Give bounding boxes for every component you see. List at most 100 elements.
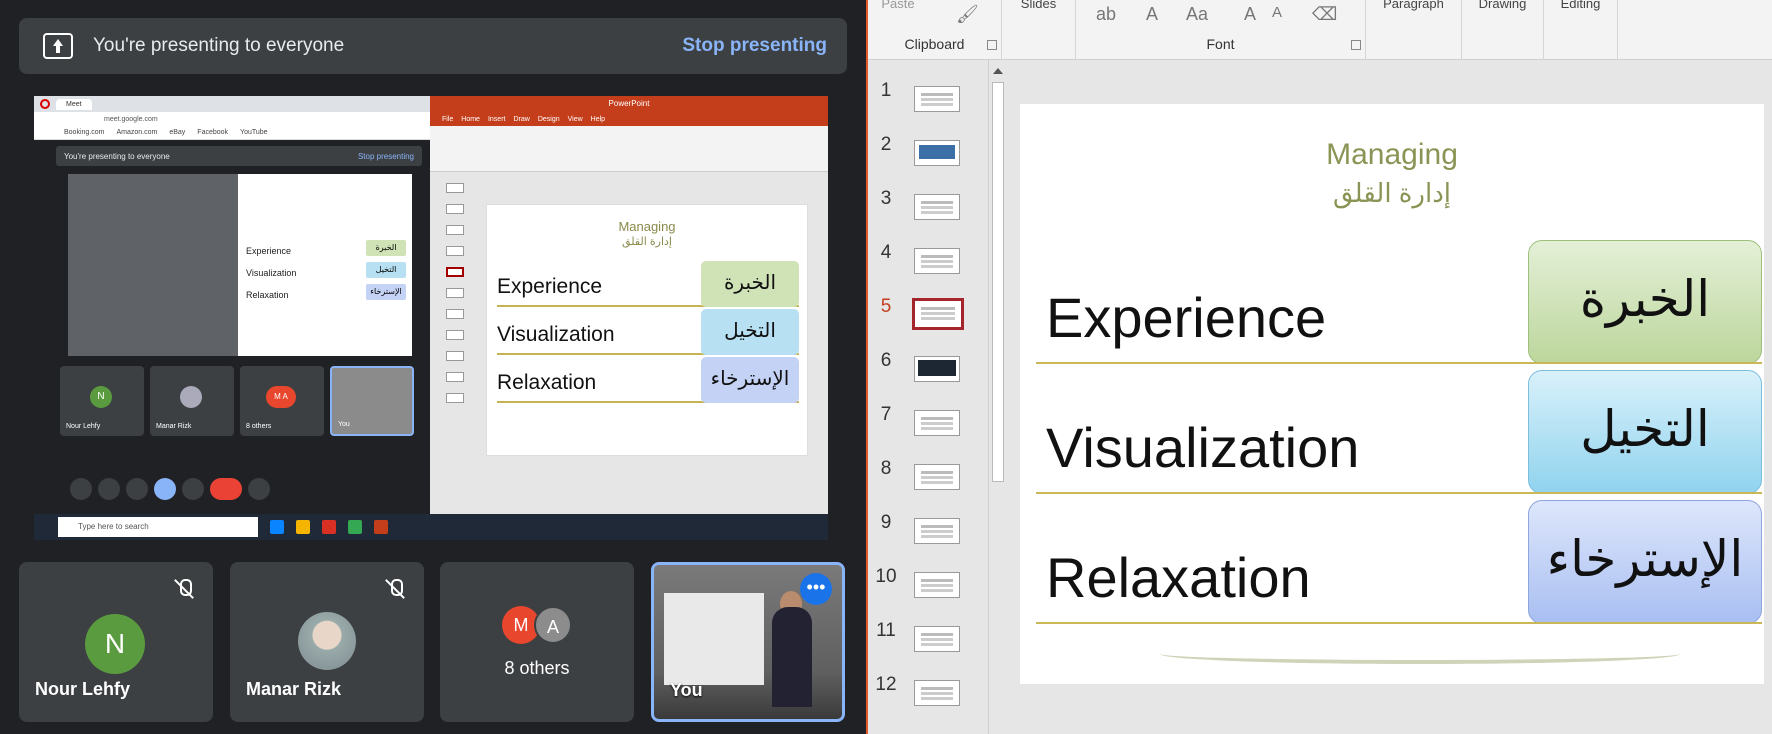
font-color-icon[interactable]: A [1146, 4, 1158, 25]
projector-screen [664, 593, 764, 685]
slide-thumb-12[interactable] [914, 680, 960, 706]
row-divider [1036, 622, 1762, 624]
preview-slide-row: Relaxation الإسترخاء [497, 357, 799, 403]
slide-row-visualization[interactable]: Visualization التخيل [1036, 370, 1762, 494]
clipboard-label: Clipboard [904, 36, 965, 52]
slide-scrollbar[interactable] [1764, 60, 1772, 734]
preview-participant-tiles: N Nour Lehfy Manar Rizk M A 8 others You [60, 366, 414, 436]
shared-screen-preview: Meet meet.google.com Booking.com Amazon.… [34, 96, 828, 540]
slide-row-relaxation[interactable]: Relaxation الإسترخاء [1036, 500, 1762, 624]
thumb-number: 12 [875, 674, 897, 695]
slide-canvas[interactable]: Managing إدارة القلق Experience الخبرة V… [1020, 104, 1764, 684]
editing-button[interactable]: Editing [1544, 0, 1617, 11]
preview-ppt-titlebar: PowerPoint [430, 96, 828, 112]
preview-row-arabic: الإسترخاء [701, 357, 799, 403]
row-arabic-box[interactable]: التخيل [1528, 370, 1762, 494]
others-count: 8 others [504, 658, 570, 678]
preview-tile-name: You [338, 421, 350, 428]
slide-subtitle[interactable]: إدارة القلق [1020, 178, 1764, 209]
font-launcher-icon[interactable] [1351, 40, 1361, 50]
clipboard-launcher-icon[interactable] [987, 40, 997, 50]
preview-captions-icon [126, 478, 148, 500]
preview-url-bar: meet.google.com [34, 112, 430, 126]
scroll-up-icon[interactable] [993, 68, 1003, 74]
format-painter-icon[interactable]: 🖌 [956, 4, 979, 25]
preview-taskbar: Type here to search [34, 514, 828, 540]
preview-row-english: Visualization [497, 323, 615, 346]
change-case-icon[interactable]: Aa [1186, 4, 1208, 25]
font-label: Font [1206, 36, 1235, 52]
row-english-text: Visualization [1046, 416, 1360, 479]
participant-tile-manar[interactable]: Manar Rizk [230, 562, 424, 722]
opera-icon [40, 99, 50, 109]
thumb-number: 3 [880, 188, 892, 209]
clear-formatting-icon[interactable]: ⌫ [1312, 4, 1337, 25]
nested-row-arabic: التخيل [366, 262, 406, 278]
row-arabic-box[interactable]: الخبرة [1528, 240, 1762, 364]
scroll-thumb[interactable] [992, 82, 1004, 482]
slide-thumb-5[interactable] [912, 298, 964, 330]
row-divider [1036, 492, 1762, 494]
participant-tile-you[interactable]: ••• You [651, 562, 845, 722]
row-divider [1036, 362, 1762, 364]
avatar [298, 612, 356, 670]
preview-info-icon [248, 478, 270, 500]
preview-controls [70, 478, 270, 500]
slide-thumbnails: 1 2 3 4 5 6 7 8 9 10 11 12 [868, 60, 988, 734]
row-english-text: Experience [1046, 286, 1327, 349]
decorative-swoosh [1160, 644, 1680, 664]
preview-present-icon [154, 478, 176, 500]
bookmark: eBay [169, 129, 186, 136]
thumb-number: 2 [880, 134, 892, 155]
participant-tile-others[interactable]: M A 8 others [440, 562, 634, 722]
preview-ppt-icon [374, 520, 388, 534]
ribbon: Paste 🖌 Clipboard Slides ab A Aa A A ⌫ F… [868, 0, 1772, 60]
mic-off-icon [173, 578, 195, 600]
slide-thumb-8[interactable] [914, 464, 960, 490]
slide-thumb-4[interactable] [914, 248, 960, 274]
paragraph-button[interactable]: Paragraph [1366, 0, 1461, 11]
slide-thumb-6[interactable] [914, 356, 960, 382]
paste-button[interactable]: Paste [878, 0, 918, 11]
slide-thumb-1[interactable] [914, 86, 960, 112]
slide-title[interactable]: Managing [1020, 138, 1764, 172]
paragraph-group: Paragraph [1366, 0, 1462, 60]
thumb-number: 9 [880, 512, 892, 533]
slide-thumb-3[interactable] [914, 194, 960, 220]
slides-button[interactable]: Slides [1002, 0, 1075, 11]
font-group: ab A Aa A A ⌫ Font [1076, 0, 1366, 60]
participant-tile-nour[interactable]: N Nour Lehfy [19, 562, 213, 722]
preview-avatar: N [90, 386, 112, 408]
stop-presenting-button[interactable]: Stop presenting [682, 35, 827, 57]
row-arabic-box[interactable]: الإسترخاء [1528, 500, 1762, 624]
slide-thumb-9[interactable] [914, 518, 960, 544]
thumbnail-scrollbar[interactable] [988, 60, 1006, 734]
preview-presenting-banner: You're presenting to everyone Stop prese… [56, 146, 422, 166]
preview-row-arabic: الخبرة [701, 261, 799, 307]
bookmark: Amazon.com [116, 129, 158, 136]
spelling-icon[interactable]: ab [1096, 4, 1116, 25]
more-options-icon[interactable]: ••• [800, 573, 832, 605]
editing-group: Editing [1544, 0, 1618, 60]
preview-slide-subtitle: إدارة القلق [622, 236, 672, 248]
drawing-button[interactable]: Drawing [1462, 0, 1543, 11]
thumb-number: 8 [880, 458, 892, 479]
clipboard-group: Paste 🖌 Clipboard [868, 0, 1002, 60]
preview-tile: N Nour Lehfy [60, 366, 144, 436]
nested-row-arabic: الإسترخاء [366, 284, 406, 300]
nested-row-label: Visualization [246, 268, 297, 278]
slide-row-experience[interactable]: Experience الخبرة [1036, 240, 1762, 364]
thumb-number: 7 [880, 404, 892, 425]
preview-slide: Managing إدارة القلق Experience الخبرة V… [486, 204, 808, 456]
preview-ppt-menu: File Home Insert Draw Design View Help [430, 112, 828, 126]
slide-thumb-11[interactable] [914, 626, 960, 652]
preview-tile: Manar Rizk [150, 366, 234, 436]
preview-tile-name: Manar Rizk [156, 423, 192, 430]
slide-thumb-10[interactable] [914, 572, 960, 598]
shrink-font-icon[interactable]: A [1272, 4, 1282, 21]
grow-font-icon[interactable]: A [1244, 4, 1256, 25]
thumb-number: 11 [876, 620, 896, 641]
preview-avatar: M A [266, 386, 296, 408]
slide-thumb-2[interactable] [914, 140, 960, 166]
slide-thumb-7[interactable] [914, 410, 960, 436]
